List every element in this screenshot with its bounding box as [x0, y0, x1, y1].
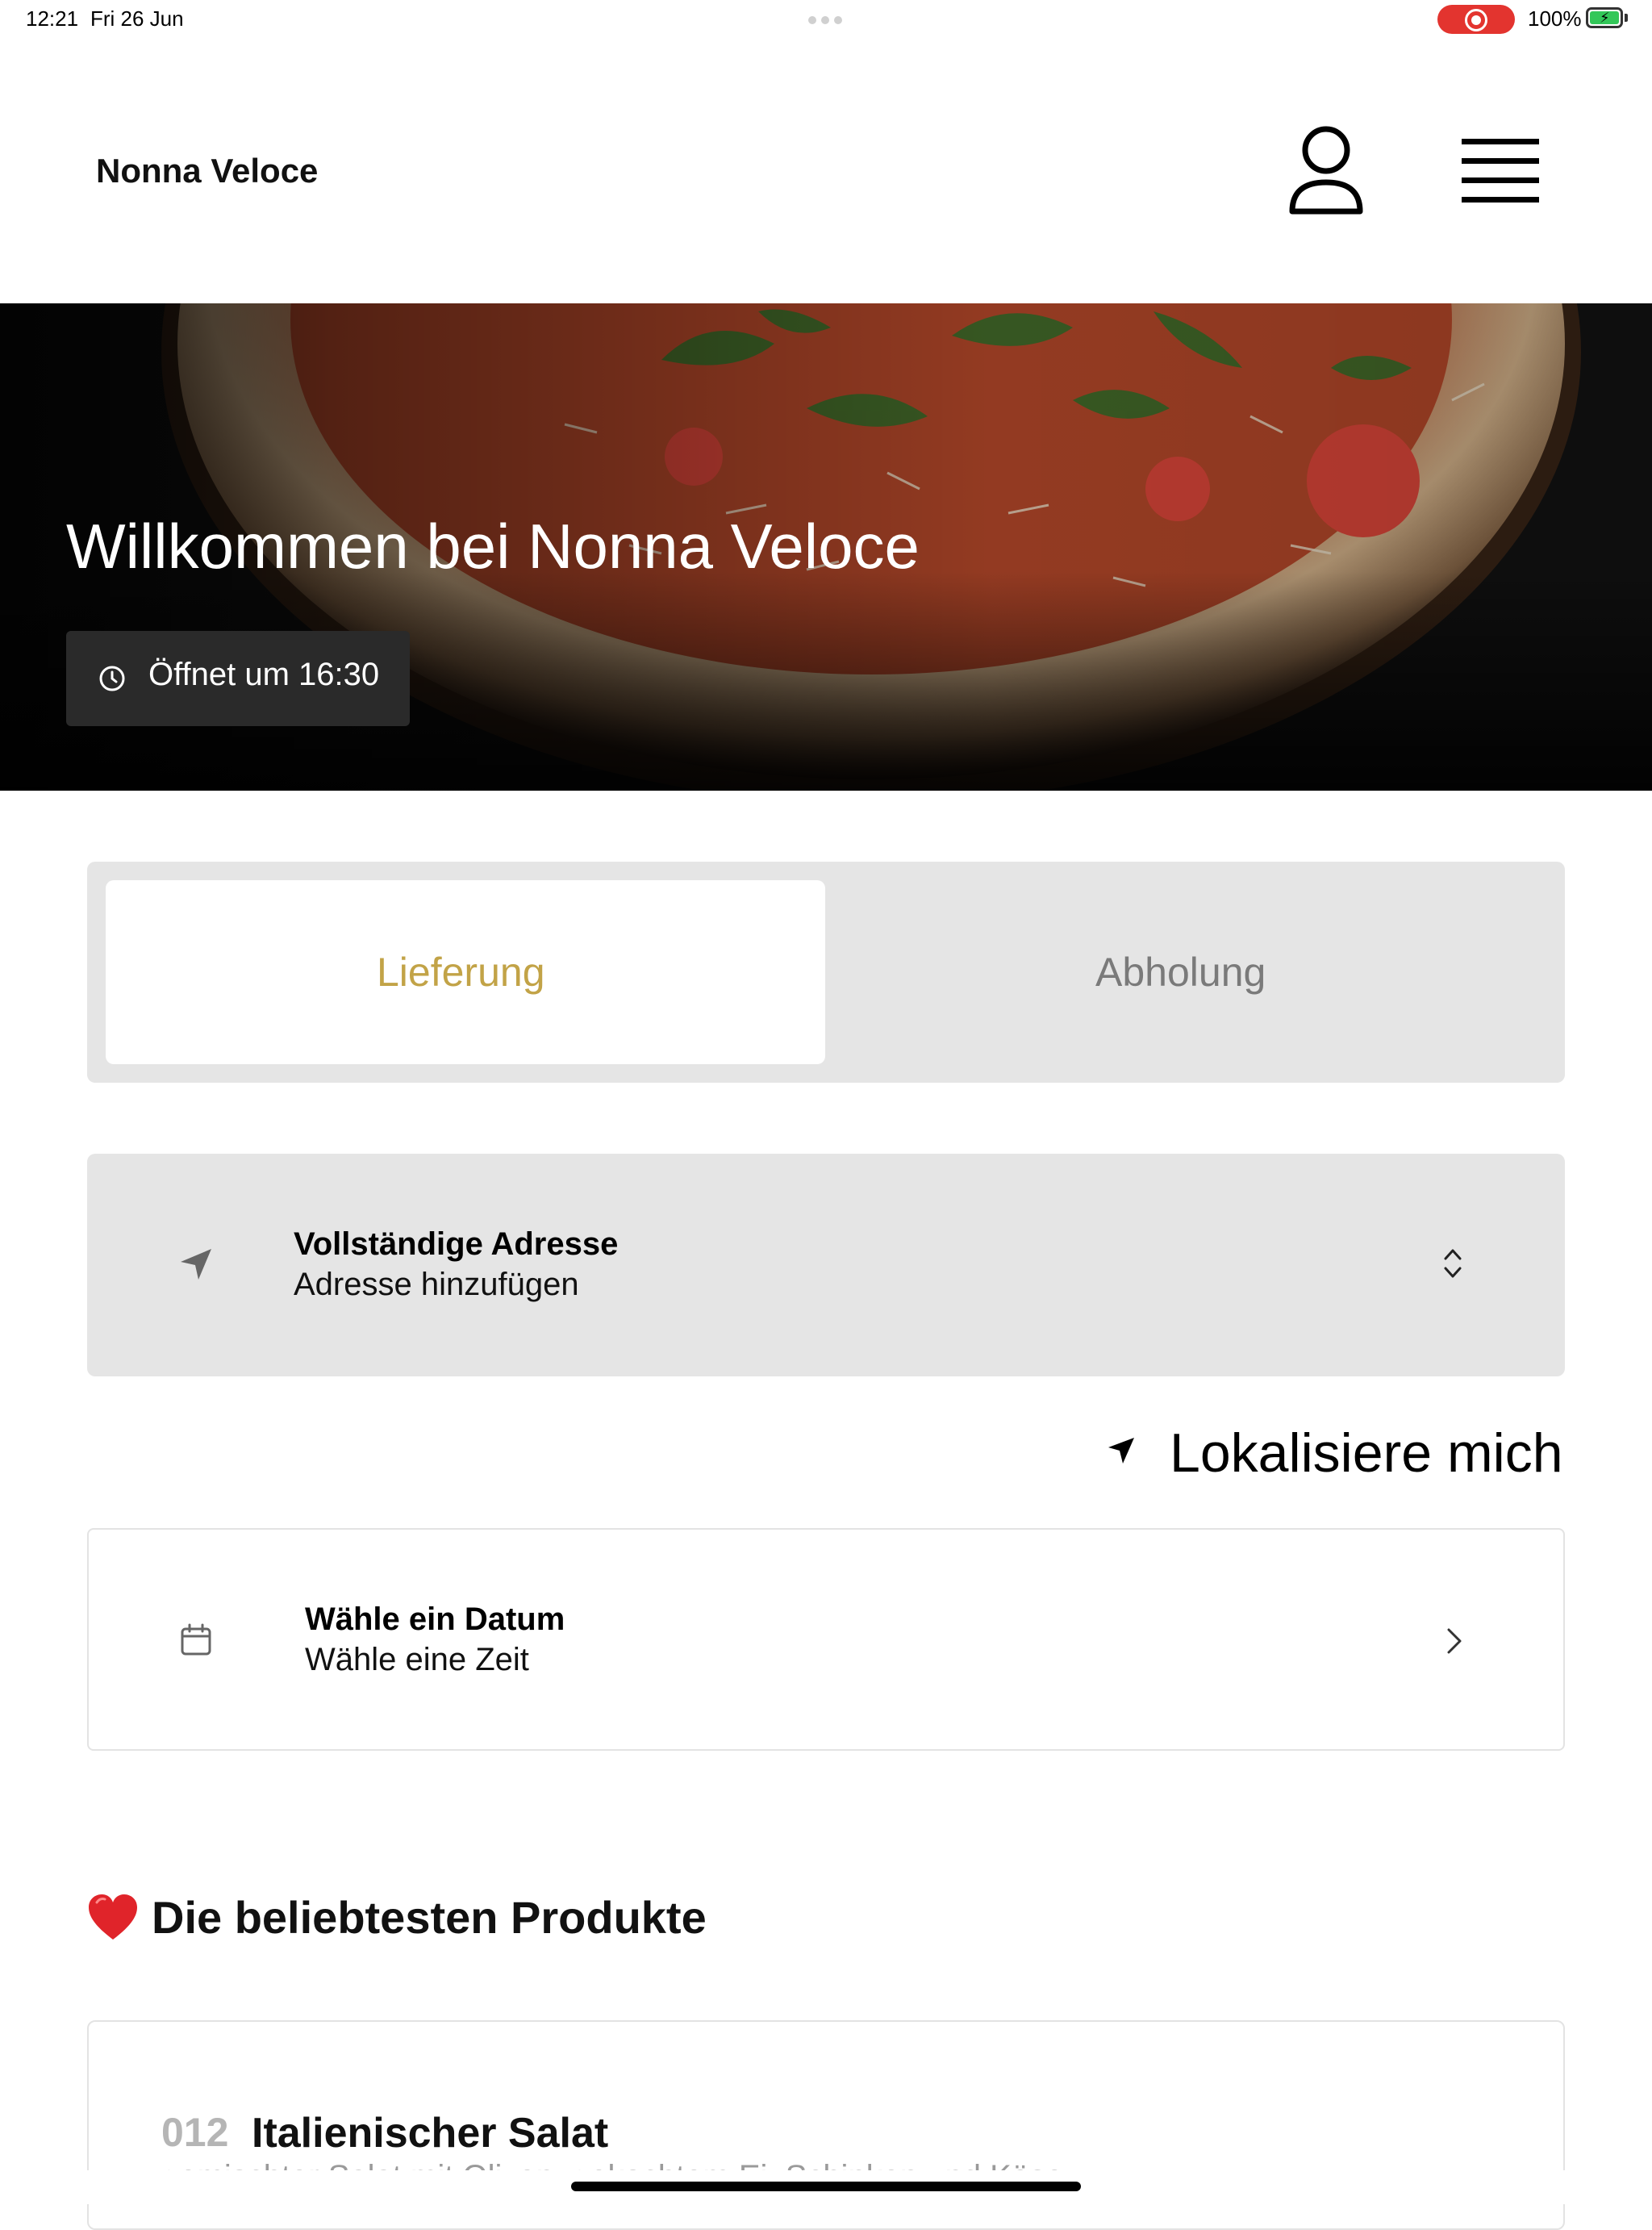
home-indicator[interactable] [571, 2182, 1081, 2191]
battery-cap [1625, 14, 1628, 22]
status-date: Fri 26 Jun [90, 6, 184, 31]
calendar-icon [181, 1623, 211, 1656]
locate-arrow-icon[interactable] [1107, 1436, 1136, 1465]
menu-button[interactable] [1458, 136, 1542, 208]
opening-hours-text: Öffnet um 16:30 [148, 657, 380, 692]
address-title: Vollständige Adresse [294, 1226, 619, 1262]
profile-button[interactable] [1286, 123, 1366, 219]
product-name: Italienischer Salat [252, 2110, 609, 2157]
hero-title: Willkommen bei Nonna Veloce [66, 511, 920, 582]
tab-delivery[interactable]: Lieferung [377, 949, 545, 996]
chevron-right-icon [1447, 1628, 1462, 1654]
battery-percentage: 100% [1528, 6, 1582, 31]
opening-hours-badge: Öffnet um 16:30 [66, 631, 410, 726]
clock-icon [99, 666, 125, 691]
tab-pickup[interactable]: Abholung [1095, 949, 1266, 996]
time-subtitle: Wähle eine Zeit [305, 1642, 529, 1677]
location-arrow-icon [181, 1249, 211, 1280]
brand-name[interactable]: Nonna Veloce [96, 152, 318, 190]
locate-me-link[interactable]: Lokalisiere mich [1170, 1422, 1563, 1485]
address-selector[interactable] [87, 1154, 1565, 1376]
status-time: 12:21 [26, 6, 79, 31]
chevron-up-down-icon [1444, 1249, 1462, 1278]
product-number: 012 [161, 2110, 229, 2155]
screen-recording-icon[interactable] [1437, 5, 1515, 34]
popular-products-heading: Die beliebtesten Produkte [152, 1892, 707, 1943]
date-time-selector[interactable] [87, 1528, 1565, 1751]
date-title: Wähle ein Datum [305, 1602, 565, 1637]
person-icon [1289, 126, 1363, 215]
hamburger-menu-icon [1462, 139, 1539, 203]
heart-icon [89, 1894, 137, 1940]
multitasking-dots[interactable] [808, 16, 842, 24]
battery-icon: ⚡ [1586, 7, 1623, 28]
address-subtitle: Adresse hinzufügen [294, 1267, 579, 1302]
